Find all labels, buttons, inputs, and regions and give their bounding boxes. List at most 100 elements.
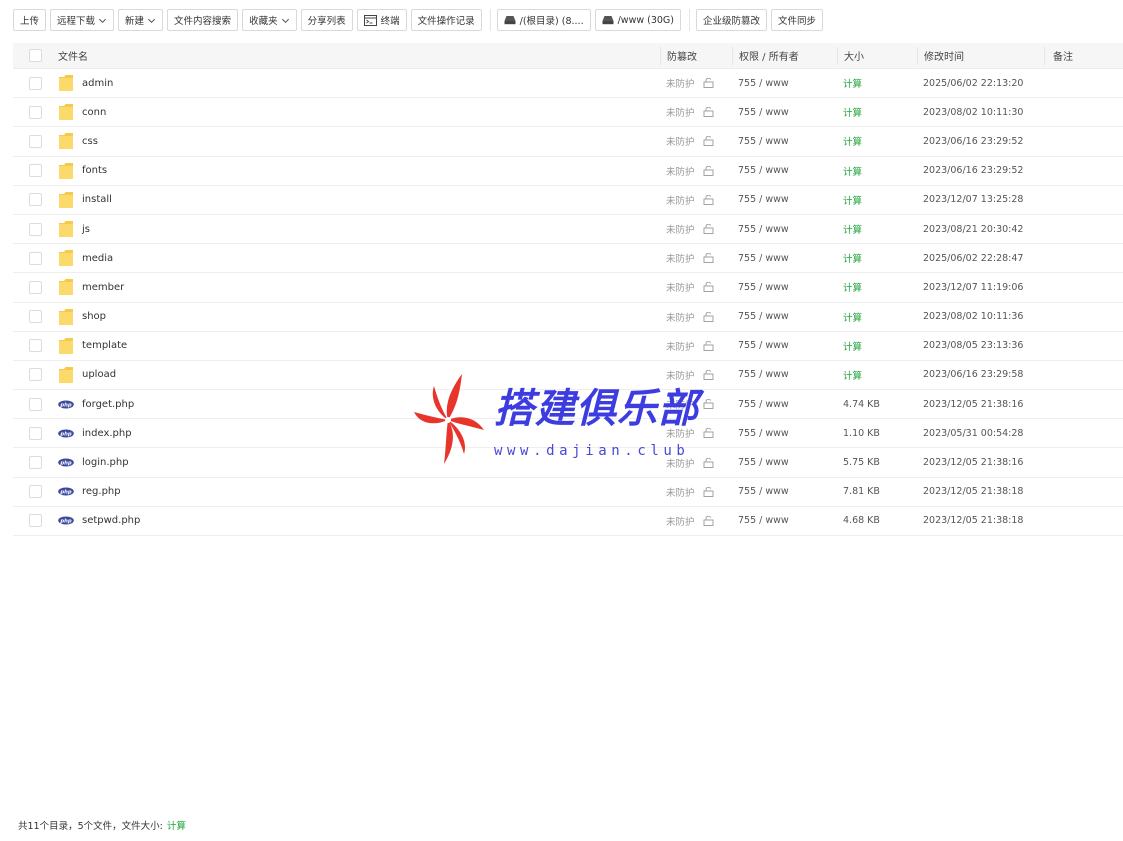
row-checkbox[interactable] (29, 485, 42, 499)
unlock-icon[interactable] (703, 136, 714, 147)
table-row[interactable]: php index.php 未防护 755 / www 1.10 KB 2023/05/3… (13, 419, 1123, 449)
unlock-icon[interactable] (703, 428, 714, 439)
perm-owner-link[interactable]: 755 / www (738, 165, 789, 176)
file-name-link[interactable]: template (82, 340, 127, 351)
row-checkbox[interactable] (29, 280, 42, 294)
table-row[interactable]: php setpwd.php 未防护 755 / www 4.68 KB 2023/12/… (13, 507, 1123, 536)
row-checkbox[interactable] (29, 222, 42, 236)
perm-owner-link[interactable]: 755 / www (738, 136, 789, 147)
row-checkbox[interactable] (29, 310, 42, 324)
unlock-icon[interactable] (703, 340, 714, 351)
unlock-icon[interactable] (703, 224, 714, 234)
disk-www-button[interactable]: /www (30G) (594, 9, 681, 31)
unlock-icon[interactable] (703, 457, 714, 468)
table-row[interactable]: admin 未防护 755 / www 计算 2025/06/02 22:13:20 (13, 69, 1123, 99)
file-name-link[interactable]: login.php (82, 457, 129, 468)
unlock-icon[interactable] (703, 399, 714, 410)
perm-owner-link[interactable]: 755 / www (738, 457, 789, 468)
unlock-icon[interactable] (703, 194, 714, 205)
file-sync-button[interactable]: 文件同步 (771, 9, 824, 31)
file-name-link[interactable]: conn (82, 107, 106, 118)
file-operation-log-button[interactable]: 文件操作记录 (410, 9, 482, 31)
file-name-link[interactable]: index.php (82, 428, 132, 439)
unlock-icon[interactable] (703, 311, 714, 322)
unlock-icon[interactable] (703, 369, 714, 380)
file-name-link[interactable]: js (82, 224, 90, 235)
file-name-link[interactable]: forget.php (82, 399, 134, 410)
calc-size-link[interactable]: 计算 (843, 137, 862, 148)
unlock-icon[interactable] (703, 282, 714, 293)
calc-size-link[interactable]: 计算 (843, 196, 862, 207)
calc-size-link[interactable]: 计算 (843, 254, 862, 265)
header-name[interactable]: 文件名 (58, 48, 660, 63)
unlock-icon[interactable] (703, 515, 714, 526)
unlock-icon[interactable] (703, 253, 714, 264)
table-row[interactable]: upload 未防护 755 / www 计算 2023/06/16 23:29:58 (13, 361, 1123, 391)
file-name-link[interactable]: admin (82, 78, 113, 89)
perm-owner-link[interactable]: 755 / www (738, 78, 789, 89)
table-row[interactable]: member 未防护 755 / www 计算 2023/12/07 11:19:06 (13, 273, 1123, 303)
new-dropdown[interactable]: 新建 (118, 9, 164, 31)
table-row[interactable]: fonts 未防护 755 / www 计算 2023/06/16 23:29:52 (13, 157, 1123, 186)
row-checkbox[interactable] (29, 105, 42, 119)
perm-owner-link[interactable]: 755 / www (738, 194, 789, 205)
table-row[interactable]: css 未防护 755 / www 计算 2023/06/16 23:29:52 (13, 127, 1123, 157)
perm-owner-link[interactable]: 755 / www (738, 515, 789, 526)
perm-owner-link[interactable]: 755 / www (738, 253, 789, 264)
footer-calc-link[interactable]: 计算 (167, 818, 186, 832)
row-checkbox[interactable] (29, 426, 42, 440)
calc-size-link[interactable]: 计算 (843, 283, 862, 294)
table-row[interactable]: php login.php 未防护 755 / www 5.75 KB 2023/12/0… (13, 448, 1123, 478)
table-row[interactable]: template 未防护 755 / www 计算 2023/08/05 23:13:3… (13, 332, 1123, 361)
row-checkbox[interactable] (29, 251, 42, 265)
row-checkbox[interactable] (29, 164, 42, 178)
table-row[interactable]: js 未防护 755 / www 计算 2023/08/21 20:30:42 (13, 215, 1123, 245)
file-name-link[interactable]: shop (82, 311, 106, 322)
header-mtime[interactable]: 修改时间 (917, 46, 1044, 65)
row-checkbox[interactable] (29, 514, 42, 528)
unlock-icon[interactable] (703, 486, 714, 497)
row-checkbox[interactable] (29, 339, 42, 353)
calc-size-link[interactable]: 计算 (843, 79, 862, 90)
file-name-link[interactable]: media (82, 253, 113, 264)
unlock-icon[interactable] (703, 165, 714, 176)
file-name-link[interactable]: upload (82, 369, 116, 380)
row-checkbox[interactable] (29, 193, 42, 207)
favorites-dropdown[interactable]: 收藏夹 (242, 9, 297, 31)
perm-owner-link[interactable]: 755 / www (738, 369, 789, 380)
table-row[interactable]: media 未防护 755 / www 计算 2025/06/02 22:28:47 (13, 244, 1123, 274)
unlock-icon[interactable] (703, 78, 714, 89)
calc-size-link[interactable]: 计算 (843, 371, 862, 382)
remote-download-dropdown[interactable]: 远程下载 (50, 9, 115, 31)
table-row[interactable]: php forget.php 未防护 755 / www 4.74 KB 2023/12/… (13, 390, 1123, 420)
perm-owner-link[interactable]: 755 / www (738, 428, 789, 439)
perm-owner-link[interactable]: 755 / www (738, 340, 789, 351)
file-name-link[interactable]: reg.php (82, 486, 121, 497)
calc-size-link[interactable]: 计算 (843, 313, 862, 324)
file-name-link[interactable]: setpwd.php (82, 515, 140, 526)
row-checkbox[interactable] (29, 134, 42, 148)
row-checkbox[interactable] (29, 368, 42, 382)
perm-owner-link[interactable]: 755 / www (738, 486, 789, 497)
calc-size-link[interactable]: 计算 (843, 225, 862, 236)
row-checkbox[interactable] (29, 456, 42, 470)
calc-size-link[interactable]: 计算 (843, 342, 862, 353)
calc-size-link[interactable]: 计算 (843, 167, 862, 178)
perm-owner-link[interactable]: 755 / www (738, 107, 789, 118)
perm-owner-link[interactable]: 755 / www (738, 224, 789, 235)
file-name-link[interactable]: member (82, 282, 124, 293)
file-name-link[interactable]: css (82, 136, 98, 147)
disk-root-button[interactable]: /(根目录) (8.... (496, 9, 591, 31)
perm-owner-link[interactable]: 755 / www (738, 399, 789, 410)
perm-owner-link[interactable]: 755 / www (738, 311, 789, 322)
row-checkbox[interactable] (29, 397, 42, 411)
share-list-button[interactable]: 分享列表 (300, 9, 353, 31)
select-all-checkbox[interactable] (29, 49, 42, 62)
terminal-button[interactable]: 终端 (356, 9, 407, 31)
header-size[interactable]: 大小 (837, 46, 917, 65)
table-row[interactable]: shop 未防护 755 / www 计算 2023/08/02 10:11:36 (13, 303, 1123, 332)
upload-button[interactable]: 上传 (13, 9, 47, 31)
perm-owner-link[interactable]: 755 / www (738, 282, 789, 293)
unlock-icon[interactable] (703, 107, 714, 118)
content-search-button[interactable]: 文件内容搜索 (167, 9, 239, 31)
